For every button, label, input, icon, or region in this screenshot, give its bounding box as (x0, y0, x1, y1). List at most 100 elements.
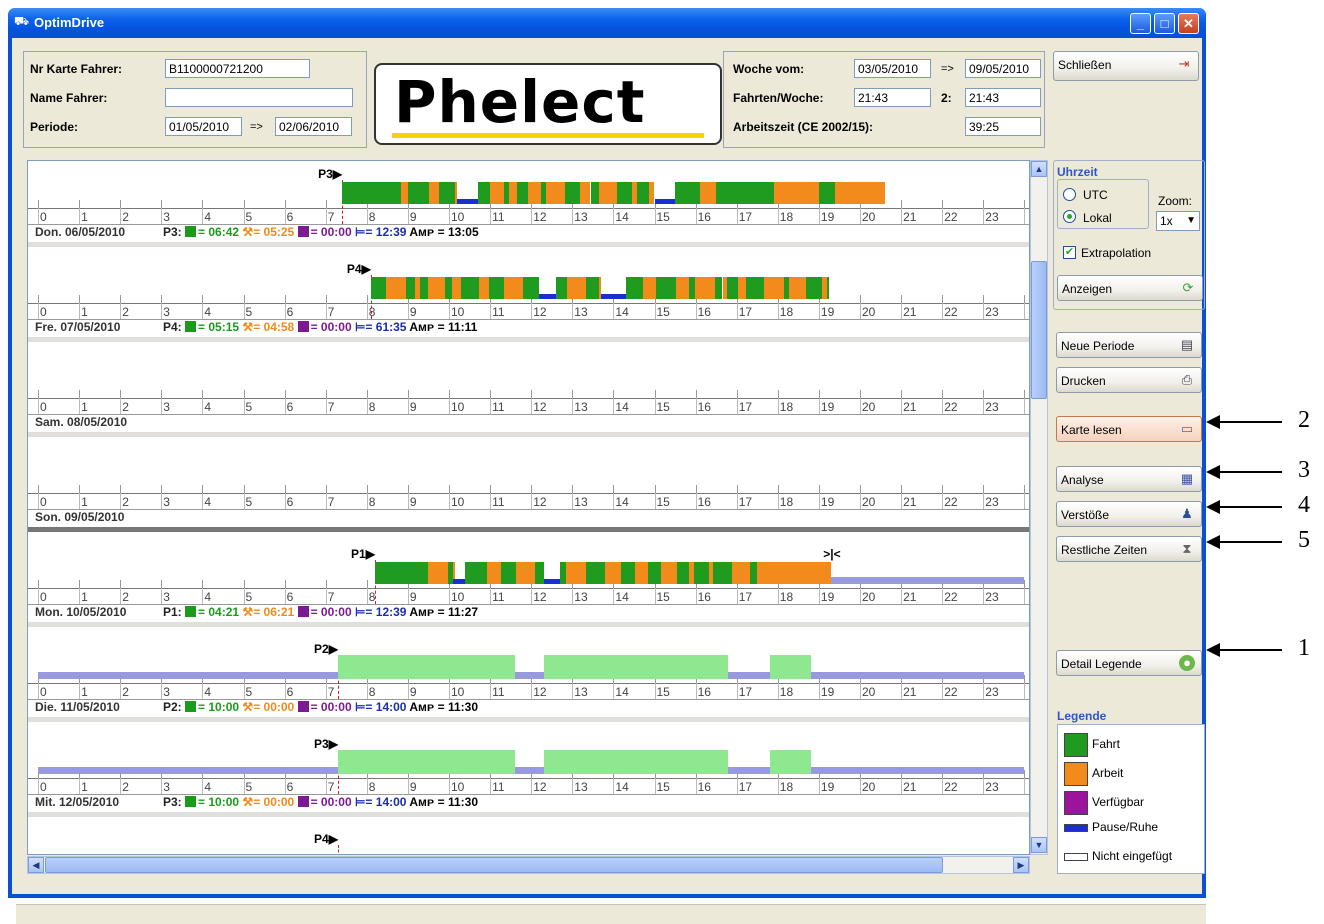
scroll-up-icon[interactable]: ▲ (1031, 161, 1047, 177)
day-separator (28, 717, 1029, 722)
refresh-icon: ⟳ (1182, 280, 1194, 295)
hour-tick (325, 485, 327, 493)
uhrzeit-group: Uhrzeit UTC Lokal Zoom: 1x ▼ ✔ Extrapolat… (1053, 160, 1205, 310)
hour-tick (79, 580, 81, 588)
horizontal-scroll-thumb[interactable] (45, 857, 943, 873)
extrapolation-checkbox[interactable]: ✔ (1063, 246, 1076, 259)
hour-label: 3 (163, 685, 170, 699)
hour-tick-lower (243, 588, 245, 604)
hour-tick (490, 390, 492, 398)
lokal-radio[interactable] (1063, 210, 1076, 223)
neue-periode-button[interactable]: Neue Periode ▤ (1056, 332, 1202, 358)
vertical-scroll-thumb[interactable] (1031, 261, 1047, 399)
hour-tick-lower (531, 303, 533, 319)
hour-tick-lower (818, 588, 820, 604)
detail-legende-button[interactable]: Detail Legende ● (1056, 650, 1202, 676)
availability-icon (297, 796, 309, 807)
title-bar[interactable]: ⛟ OptimDrive _ □ ✕ (8, 8, 1206, 38)
period-from-field[interactable]: 01/05/2010 (165, 117, 242, 136)
hour-label: 18 (779, 685, 794, 699)
horizontal-scrollbar[interactable]: ◀ ▶ (27, 856, 1030, 874)
trips2-field[interactable]: 21:43 (965, 88, 1041, 107)
hour-label: 7 (327, 400, 335, 414)
week-to-field[interactable]: 09/05/2010 (965, 59, 1041, 78)
hammer-icon: ⚒ (242, 700, 254, 714)
hour-tick (901, 200, 903, 208)
minimize-button[interactable]: _ (1130, 13, 1151, 34)
hour-label: 22 (944, 780, 958, 794)
schliessen-button[interactable]: Schließen ⇥ (1053, 51, 1199, 81)
work-time-field[interactable]: 39:25 (965, 117, 1041, 136)
hour-tick-lower (531, 208, 533, 224)
hour-label: 5 (245, 210, 253, 224)
phelect-logo: Phelect (374, 63, 722, 145)
hour-tick (79, 390, 81, 398)
scroll-left-icon[interactable]: ◀ (28, 857, 44, 873)
hour-tick (120, 580, 122, 588)
hour-tick-lower (942, 493, 944, 509)
driver-name-field[interactable] (165, 88, 353, 107)
hour-label: 9 (409, 590, 417, 604)
utc-radio[interactable] (1063, 188, 1076, 201)
vertical-scrollbar[interactable]: ▲ ▼ (1030, 160, 1048, 855)
analyse-button[interactable]: Analyse ▦ (1056, 466, 1202, 492)
drucken-button[interactable]: Drucken ⎙ (1056, 367, 1202, 393)
hour-label: 1 (81, 685, 88, 699)
period-to-field[interactable]: 02/06/2010 (275, 117, 352, 136)
window-title: OptimDrive (34, 15, 105, 30)
hour-tick-lower (79, 778, 81, 794)
timeline-area[interactable]: 0 1 2 3 4 5 6 7 8 9 10 11 12 13 14 15 16 17 18 19 20 21 22 23 P3… (27, 160, 1030, 855)
hour-tick (79, 485, 81, 493)
steering-wheel-icon (185, 321, 197, 332)
hour-label: 13 (574, 780, 588, 794)
hour-label: 12 (533, 210, 547, 224)
zoom-select[interactable]: 1x ▼ (1156, 211, 1200, 231)
work-bar (386, 277, 407, 299)
rest-bar (728, 672, 770, 679)
hour-label: 17 (738, 305, 753, 319)
hour-tick-lower (736, 683, 738, 699)
hour-label: 13 (574, 590, 588, 604)
hour-tick-lower (654, 208, 656, 224)
hour-label: 16 (697, 400, 711, 414)
chevron-down-icon: ▼ (1186, 215, 1196, 226)
day-row: 0 1 2 3 4 5 6 7 8 9 10 11 12 13 14 15 16 17 18 19 20 21 22 23 P3… (28, 732, 1029, 827)
scroll-down-icon[interactable]: ▼ (1031, 837, 1047, 853)
anzeigen-button[interactable]: Anzeigen ⟳ (1057, 275, 1203, 301)
work-bar (661, 562, 678, 584)
time-axis (28, 683, 1029, 684)
hour-tick-lower (490, 398, 492, 414)
day-date-label: Sam. 08/05/2010 (35, 415, 128, 429)
hour-label: 23 (985, 400, 999, 414)
day-row: 0 1 2 3 4 5 6 7 8 9 10 11 12 13 14 15 16 17 18 19 20 21 22 23 P4… (28, 257, 1029, 352)
work-bar (599, 182, 617, 204)
trips-field[interactable]: 21:43 (854, 88, 931, 107)
maximize-button[interactable]: □ (1154, 13, 1175, 34)
hour-label: 5 (245, 495, 253, 509)
hour-tick (38, 200, 39, 208)
karte-lesen-button[interactable]: Karte lesen ▭ (1056, 416, 1202, 442)
scroll-right-icon[interactable]: ▶ (1013, 857, 1029, 873)
verstoesse-label: Verstöße (1061, 508, 1110, 522)
lokal-label: Lokal (1083, 211, 1112, 225)
close-window-button[interactable]: ✕ (1178, 13, 1199, 34)
hour-tick (860, 390, 861, 398)
hour-tick (120, 390, 122, 398)
restliche-zeiten-label: Restliche Zeiten (1061, 543, 1148, 557)
verstoesse-button[interactable]: Verstöße ♟ (1056, 501, 1202, 527)
hour-tick (79, 295, 81, 303)
callout-line (1218, 541, 1282, 543)
card-number-field[interactable]: B1100000721200 (165, 59, 310, 78)
steering-wheel-icon (185, 701, 197, 712)
hour-tick-lower (983, 398, 985, 414)
hour-label: 11 (492, 685, 505, 699)
hour-tick (942, 390, 944, 398)
week-from-field[interactable]: 03/05/2010 (854, 59, 931, 78)
callout-line (1218, 506, 1282, 508)
period-code: P4: (163, 320, 182, 334)
period-arrow: => (250, 121, 263, 133)
restliche-zeiten-button[interactable]: Restliche Zeiten ⧗ (1056, 536, 1202, 562)
bed-icon: ⊨ (354, 795, 366, 809)
hour-tick-lower (777, 303, 779, 319)
hour-label: 1 (81, 210, 88, 224)
